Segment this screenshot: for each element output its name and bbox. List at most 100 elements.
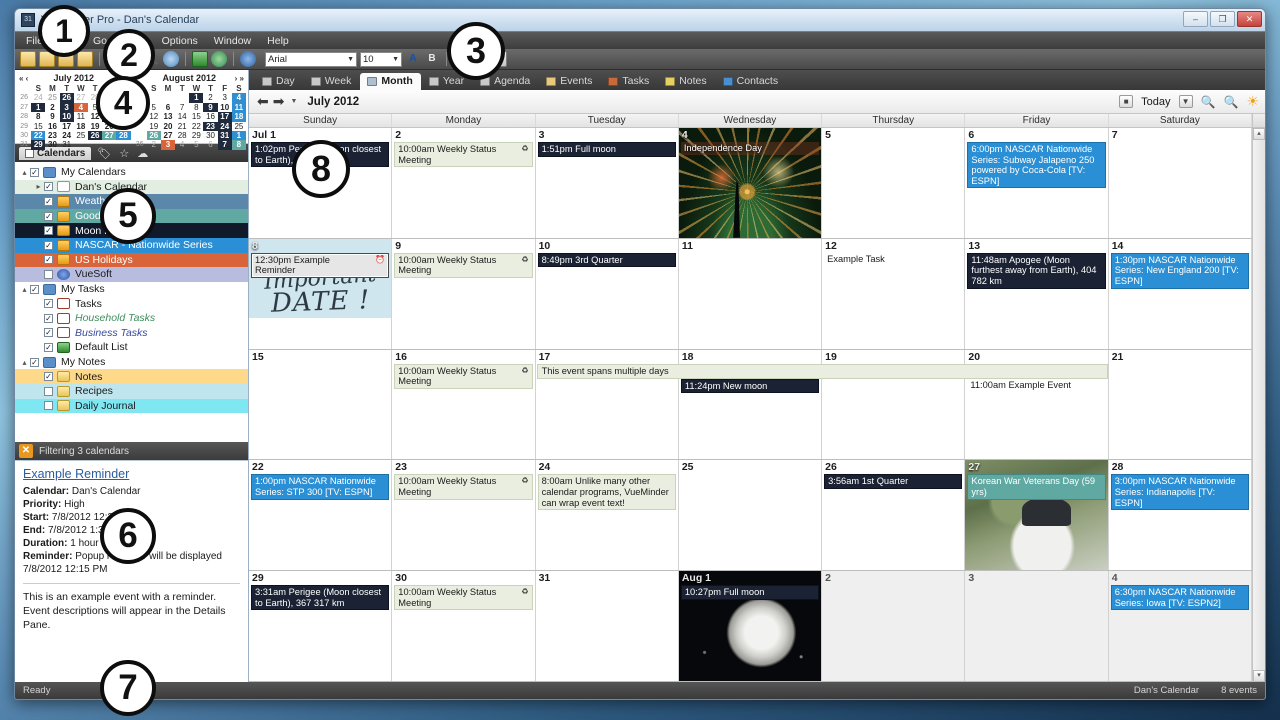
day-number[interactable]: 14 (1109, 239, 1251, 252)
calendar-event[interactable]: ♻10:00am Weekly Status Meeting (394, 474, 532, 499)
calendar-event[interactable]: Example Task (824, 253, 962, 266)
mini-day-cell[interactable]: 4 (232, 93, 246, 102)
day-number[interactable]: 31 (536, 571, 678, 584)
mini-day-cell[interactable] (116, 140, 130, 149)
mini-day-cell[interactable]: 29 (31, 140, 45, 149)
day-number[interactable]: 3 (536, 128, 678, 141)
mini-day-cell[interactable]: 24 (218, 122, 232, 131)
day-cell[interactable]: 12Example Task (822, 239, 965, 349)
mini-day-cell[interactable]: 31 (218, 131, 232, 140)
day-cell[interactable]: 4Independence Day (679, 128, 822, 238)
calendar-event[interactable]: 11:24pm New moon (681, 379, 819, 394)
mini-day-cell[interactable] (175, 93, 189, 102)
calendar-event[interactable]: Independence Day (681, 142, 819, 155)
calendar-visibility-checkbox[interactable]: ✓ (44, 182, 53, 191)
mini-day-cell[interactable]: 8 (31, 112, 45, 121)
calendar-event[interactable]: 3:00pm NASCAR Nationwide Series: Indiana… (1111, 474, 1249, 510)
mini-day-cell[interactable]: 12 (147, 112, 161, 121)
calendar-visibility-checkbox[interactable]: ✓ (44, 343, 53, 352)
mini-day-cell[interactable]: 10 (218, 103, 232, 112)
calendar-visibility-checkbox[interactable] (44, 401, 53, 410)
day-number[interactable]: 4 (679, 128, 821, 141)
day-number[interactable]: 25 (679, 460, 821, 473)
day-cell[interactable]: 25 (679, 460, 822, 570)
zoom-in-icon[interactable]: 🔍 (1223, 95, 1238, 109)
font-size-select[interactable]: 10 ▼ (360, 52, 402, 67)
minimize-button[interactable]: – (1183, 11, 1208, 27)
day-cell[interactable]: 11 (679, 239, 822, 349)
mini-calendar-prev[interactable]: « ‹ (19, 74, 28, 83)
tab-contacts[interactable]: Contacts (716, 73, 786, 90)
maximize-button[interactable]: ❐ (1210, 11, 1235, 27)
mini-day-cell[interactable]: 4 (175, 140, 189, 149)
refresh-icon[interactable] (163, 51, 179, 67)
mini-day-cell[interactable]: 28 (116, 131, 130, 140)
day-number[interactable]: 13 (965, 239, 1107, 252)
scroll-thumb[interactable] (1253, 140, 1265, 670)
expander-icon[interactable]: ▴ (19, 168, 30, 177)
mini-day-cell[interactable]: 1 (189, 93, 203, 102)
day-cell[interactable]: 21 (1109, 350, 1252, 460)
day-number[interactable]: 21 (1109, 350, 1251, 363)
day-cell[interactable]: 2 (822, 571, 965, 681)
calendar-event[interactable]: 8:00am Unlike many other calendar progra… (538, 474, 676, 510)
new-event-icon[interactable] (20, 51, 36, 67)
calendar-visibility-checkbox[interactable]: ✓ (30, 285, 39, 294)
mini-day-cell[interactable]: 24 (60, 131, 74, 140)
day-cell[interactable]: 263:56am 1st Quarter (822, 460, 965, 570)
day-number[interactable]: 10 (536, 239, 678, 252)
mini-day-cell[interactable]: 14 (175, 112, 189, 121)
about-icon[interactable] (240, 51, 256, 67)
expander-icon[interactable]: ▴ (19, 358, 30, 367)
menu-item-help[interactable]: Help (260, 34, 296, 48)
mini-day-cell[interactable]: 2 (45, 103, 59, 112)
expander-icon[interactable]: ▴ (19, 285, 30, 294)
mini-day-cell[interactable]: 7 (175, 103, 189, 112)
zoom-out-icon[interactable]: 🔍 (1201, 95, 1216, 109)
mini-day-cell[interactable]: 3 (161, 140, 175, 149)
day-cell[interactable]: 2♻10:00am Weekly Status Meeting (392, 128, 535, 238)
day-cell[interactable]: 27Korean War Veterans Day (59 yrs) (965, 460, 1108, 570)
mini-day-cell[interactable]: 13 (161, 112, 175, 121)
scroll-down-button[interactable]: ▾ (1253, 670, 1265, 682)
mini-day-cell[interactable]: 10 (60, 112, 74, 121)
mini-day-cell[interactable]: 25 (74, 131, 88, 140)
mini-day-cell[interactable]: 6 (161, 103, 175, 112)
mini-day-cell[interactable]: 23 (203, 122, 217, 131)
mini-day-cell[interactable]: 26 (147, 131, 161, 140)
calendar-tree-row[interactable]: ▴✓My Calendars (15, 165, 248, 180)
multi-day-event[interactable]: This event spans multiple days (537, 364, 1108, 379)
calendar-event[interactable]: ⏰12:30pm Example Reminder (251, 253, 389, 278)
mini-day-cell[interactable]: 22 (189, 122, 203, 131)
import-icon[interactable] (192, 51, 208, 67)
day-number[interactable]: 22 (249, 460, 391, 473)
calendar-event[interactable]: 3:31am Perigee (Moon closest to Earth), … (251, 585, 389, 610)
tab-month[interactable]: Month (360, 73, 421, 90)
mini-day-cell[interactable]: 19 (88, 122, 102, 131)
calendar-visibility-checkbox[interactable]: ✓ (44, 255, 53, 264)
day-cell[interactable]: 31 (536, 571, 679, 681)
calendar-event[interactable]: ♻10:00am Weekly Status Meeting (394, 142, 532, 167)
bold-button[interactable]: B (424, 51, 440, 67)
mini-day-cell[interactable]: 27 (74, 93, 88, 102)
calendar-tree-row[interactable]: VueSoft (15, 267, 248, 282)
mini-day-cell[interactable]: 6 (203, 140, 217, 149)
mini-day-cell[interactable]: 26 (88, 131, 102, 140)
day-cell[interactable]: 15 (249, 350, 392, 460)
mini-day-cell[interactable]: 4 (74, 103, 88, 112)
mini-day-cell[interactable]: 1 (232, 131, 246, 140)
mini-day-cell[interactable]: 11 (232, 103, 246, 112)
mini-day-cell[interactable]: 24 (31, 93, 45, 102)
mini-day-cell[interactable]: 18 (232, 112, 246, 121)
day-cell[interactable]: 23♻10:00am Weekly Status Meeting (392, 460, 535, 570)
mini-day-cell[interactable]: 15 (31, 122, 45, 131)
day-cell[interactable]: 9♻10:00am Weekly Status Meeting (392, 239, 535, 349)
mini-day-cell[interactable]: 18 (74, 122, 88, 131)
calendar-event[interactable]: 11:00am Example Event (967, 379, 1105, 392)
calendar-tree-row[interactable]: ▴✓My Tasks (15, 282, 248, 297)
day-number[interactable]: 16 (392, 350, 534, 363)
calendar-tree-row[interactable]: ✓Notes (15, 369, 248, 384)
mini-day-cell[interactable]: 8 (189, 103, 203, 112)
calendar-visibility-checkbox[interactable]: ✓ (44, 241, 53, 250)
day-number[interactable]: 27 (965, 460, 1107, 473)
